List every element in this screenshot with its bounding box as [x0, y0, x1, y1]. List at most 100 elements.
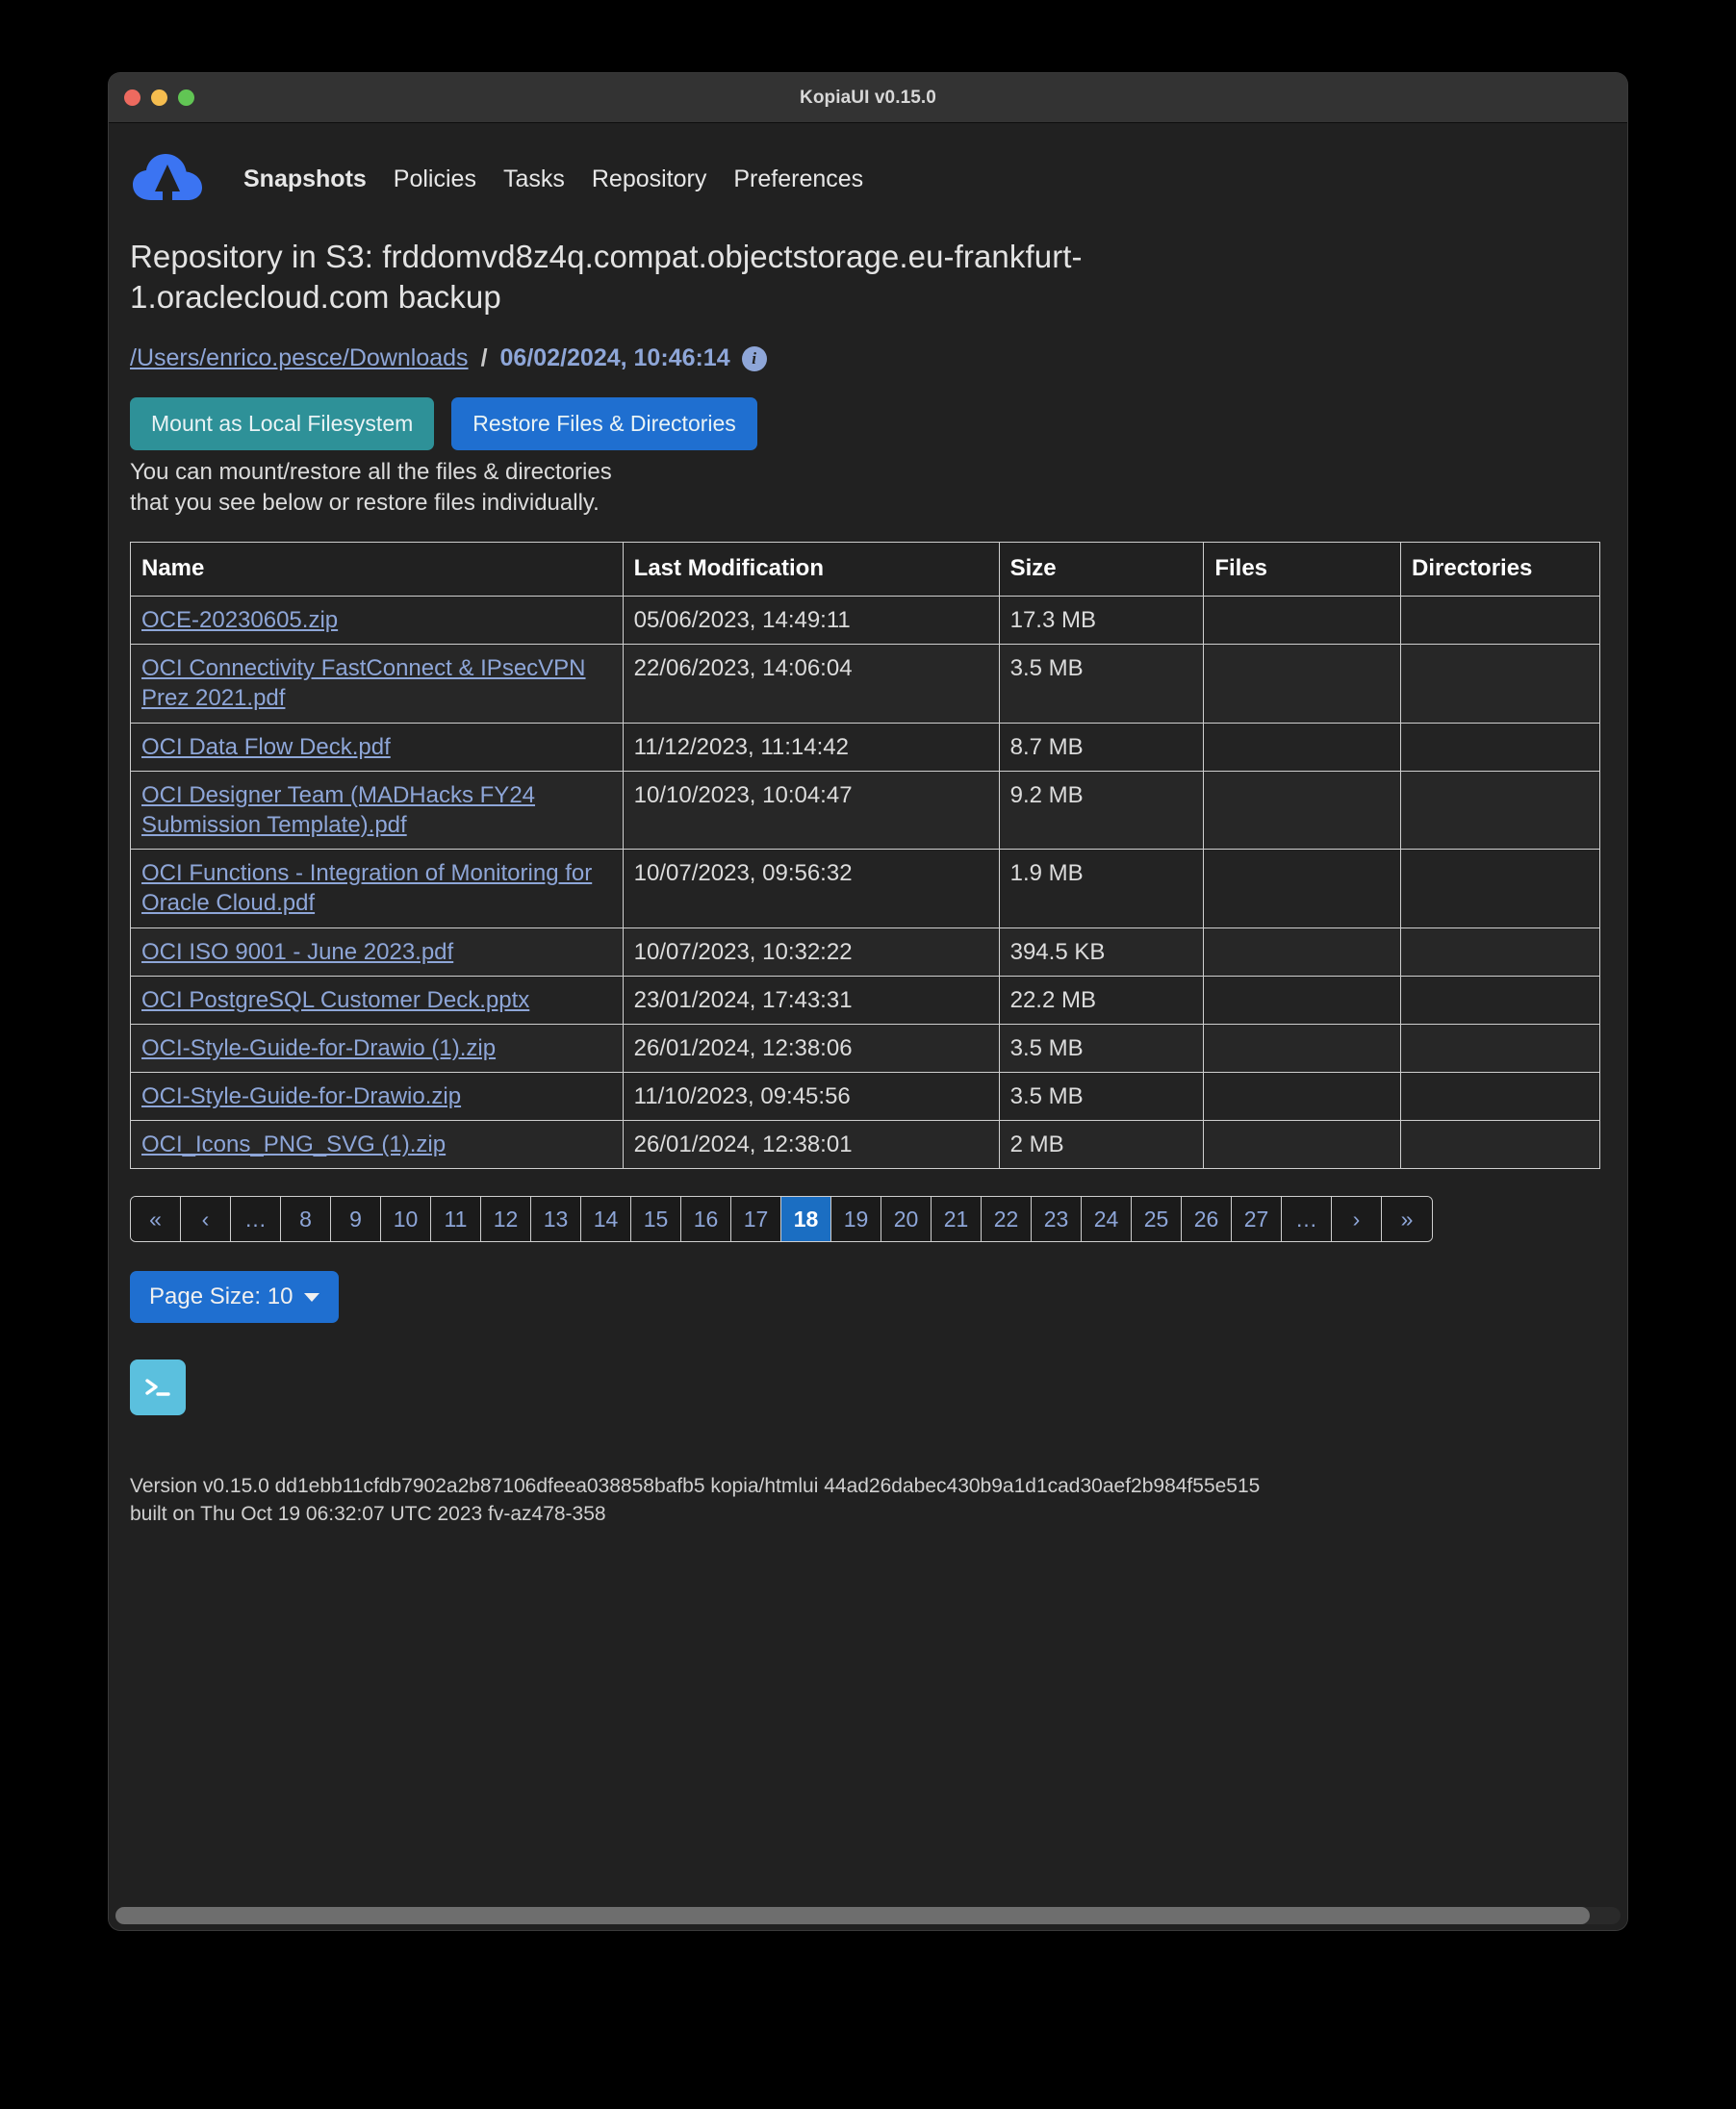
restore-files-and-directories-button[interactable]: Restore Files & Directories [451, 397, 757, 451]
page-9[interactable]: 9 [331, 1197, 381, 1242]
page-27[interactable]: 27 [1232, 1197, 1282, 1242]
cell-last-modification: 11/12/2023, 11:14:42 [622, 722, 1000, 772]
version-line: Version v0.15.0 dd1ebb11cfdb7902a2b87106… [130, 1475, 1261, 1498]
column-header-size[interactable]: Size [998, 541, 1205, 597]
main-navbar: Snapshots Policies Tasks Repository Pref… [130, 123, 1606, 219]
nav-item-snapshots[interactable]: Snapshots [230, 165, 380, 193]
page-24[interactable]: 24 [1082, 1197, 1132, 1242]
page-22[interactable]: 22 [982, 1197, 1032, 1242]
page-content: Snapshots Policies Tasks Repository Pref… [109, 123, 1627, 1528]
cell-files [1203, 849, 1401, 928]
open-cli-console-button[interactable] [130, 1359, 186, 1416]
table-header-row: Name Last Modification Size Files Direct… [130, 541, 1600, 597]
actions-hint-line2: that you see below or restore files indi… [130, 490, 600, 517]
cell-size: 17.3 MB [998, 595, 1205, 646]
page-size-label: Page Size: 10 [149, 1283, 294, 1310]
cell-size: 3.5 MB [998, 1023, 1205, 1074]
cell-name: OCI_Icons_PNG_SVG (1).zip [130, 1120, 624, 1170]
page-10[interactable]: 10 [381, 1197, 431, 1242]
kopia-cloud-logo-icon[interactable] [130, 150, 205, 208]
file-link[interactable]: OCI Connectivity FastConnect & IPsecVPN … [141, 655, 586, 711]
page-26[interactable]: 26 [1182, 1197, 1232, 1242]
terminal-icon [145, 1379, 170, 1397]
next-page[interactable]: › [1332, 1197, 1382, 1242]
page-23[interactable]: 23 [1032, 1197, 1082, 1242]
page-25[interactable]: 25 [1132, 1197, 1182, 1242]
cell-files [1203, 644, 1401, 724]
breadcrumb-path-link[interactable]: /Users/enrico.pesce/Downloads [130, 344, 469, 372]
cell-files [1203, 927, 1401, 977]
cell-directories [1400, 722, 1600, 772]
info-icon[interactable]: i [741, 345, 767, 371]
cell-files [1203, 595, 1401, 646]
cell-name: OCI Functions - Integration of Monitorin… [130, 849, 624, 928]
table-row: OCE-20230605.zip 05/06/2023, 14:49:11 17.3… [130, 595, 1600, 646]
column-header-files[interactable]: Files [1203, 541, 1401, 597]
nav-item-preferences[interactable]: Preferences [720, 165, 877, 193]
window-controls [124, 73, 194, 122]
nav-item-repository[interactable]: Repository [578, 165, 721, 193]
page-13[interactable]: 13 [531, 1197, 581, 1242]
file-link[interactable]: OCI_Icons_PNG_SVG (1).zip [141, 1131, 446, 1157]
cell-last-modification: 10/07/2023, 10:32:22 [622, 927, 1000, 977]
page-20[interactable]: 20 [881, 1197, 932, 1242]
nav-item-tasks[interactable]: Tasks [490, 165, 578, 193]
close-window-button[interactable] [124, 89, 140, 106]
cell-last-modification: 10/07/2023, 09:56:32 [622, 849, 1000, 928]
page-18[interactable]: 18 [781, 1197, 831, 1242]
column-header-last-modification[interactable]: Last Modification [622, 541, 1000, 597]
file-link[interactable]: OCE-20230605.zip [141, 607, 338, 633]
page-size-dropdown[interactable]: Page Size: 10 [130, 1271, 340, 1324]
cell-files [1203, 1072, 1401, 1122]
directory-listing-table: Name Last Modification Size Files Direct… [130, 541, 1600, 1170]
maximize-window-button[interactable] [178, 89, 194, 106]
file-link[interactable]: OCI-Style-Guide-for-Drawio (1).zip [141, 1035, 496, 1061]
page-title: Repository in S3: frddomvd8z4q.compat.ob… [130, 239, 1083, 316]
page-16[interactable]: 16 [681, 1197, 731, 1242]
cell-name: OCE-20230605.zip [130, 595, 624, 646]
page-21[interactable]: 21 [932, 1197, 982, 1242]
file-link[interactable]: OCI Functions - Integration of Monitorin… [141, 860, 592, 916]
cell-last-modification: 05/06/2023, 14:49:11 [622, 595, 1000, 646]
file-link[interactable]: OCI Designer Team (MADHacks FY24 Submiss… [141, 782, 535, 838]
app-body: Snapshots Policies Tasks Repository Pref… [109, 123, 1627, 1930]
table-row: OCI ISO 9001 - June 2023.pdf 10/07/2023, … [130, 927, 1600, 977]
cell-directories [1400, 644, 1600, 724]
file-link[interactable]: OCI-Style-Guide-for-Drawio.zip [141, 1083, 461, 1109]
prev-page[interactable]: ‹ [181, 1197, 231, 1242]
horizontal-scrollbar[interactable] [115, 1907, 1621, 1924]
cell-name: OCI ISO 9001 - June 2023.pdf [130, 927, 624, 977]
breadcrumb-separator: / [480, 344, 488, 372]
file-link[interactable]: OCI PostgreSQL Customer Deck.pptx [141, 987, 529, 1013]
nav-item-policies[interactable]: Policies [380, 165, 490, 193]
page-17[interactable]: 17 [731, 1197, 781, 1242]
first-page[interactable]: « [131, 1197, 181, 1242]
page-15[interactable]: 15 [631, 1197, 681, 1242]
ellipsis-right[interactable]: … [1282, 1197, 1332, 1242]
last-page[interactable]: » [1382, 1197, 1432, 1242]
file-link[interactable]: OCI Data Flow Deck.pdf [141, 734, 391, 760]
table-row: OCI_Icons_PNG_SVG (1).zip 26/01/2024, 12:… [130, 1120, 1600, 1170]
minimize-window-button[interactable] [151, 89, 167, 106]
page-11[interactable]: 11 [431, 1197, 481, 1242]
ellipsis-left[interactable]: … [231, 1197, 281, 1242]
page-19[interactable]: 19 [831, 1197, 881, 1242]
table-row: OCI-Style-Guide-for-Drawio (1).zip 26/01/… [130, 1023, 1600, 1074]
cell-files [1203, 1120, 1401, 1170]
build-line: built on Thu Oct 19 06:32:07 UTC 2023 fv… [130, 1502, 606, 1525]
cell-last-modification: 23/01/2024, 17:43:31 [622, 975, 1000, 1025]
page-8[interactable]: 8 [281, 1197, 331, 1242]
cell-size: 8.7 MB [998, 722, 1205, 772]
page-12[interactable]: 12 [481, 1197, 531, 1242]
pagination: «‹… 8 9 10 11 12 13 14 15 16 17 18 19 20 21 22 23 24 25 26 2… [130, 1196, 1433, 1243]
cell-size: 2 MB [998, 1120, 1205, 1170]
page-14[interactable]: 14 [581, 1197, 631, 1242]
column-header-directories[interactable]: Directories [1400, 541, 1600, 597]
cell-files [1203, 1023, 1401, 1074]
cell-directories [1400, 1072, 1600, 1122]
cell-directories [1400, 595, 1600, 646]
column-header-name[interactable]: Name [130, 541, 624, 597]
mount-as-local-filesystem-button[interactable]: Mount as Local Filesystem [130, 397, 435, 451]
file-link[interactable]: OCI ISO 9001 - June 2023.pdf [141, 939, 453, 965]
horizontal-scrollbar-thumb[interactable] [115, 1907, 1590, 1924]
